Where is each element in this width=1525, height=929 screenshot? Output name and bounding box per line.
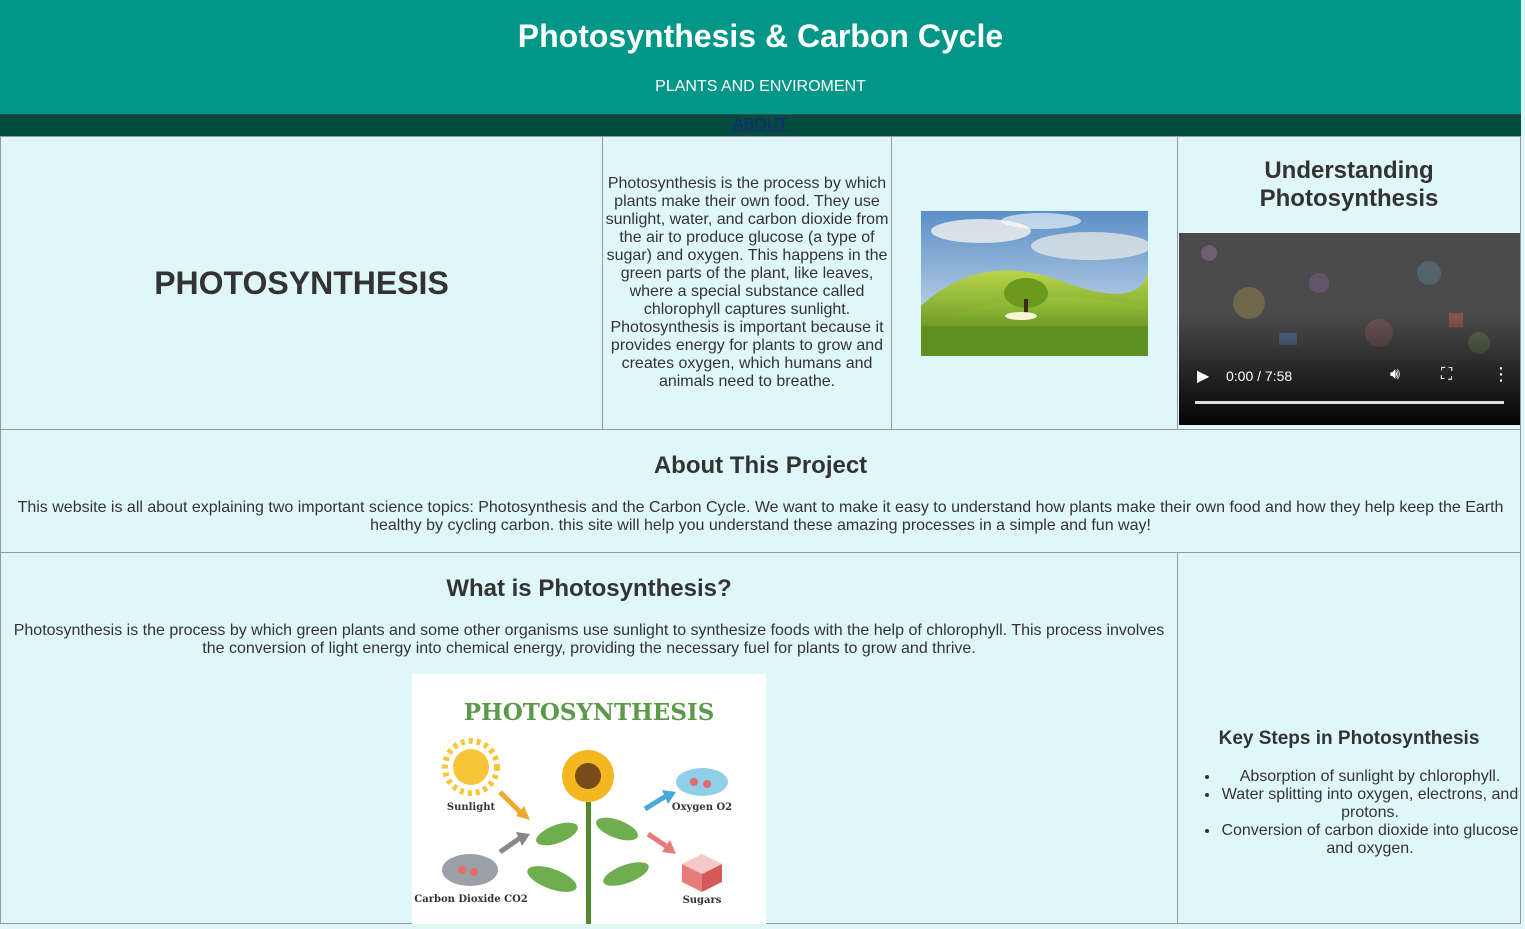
video-time: 0:00 / 7:58: [1226, 368, 1293, 384]
intro-title-cell: PHOTOSYNTHESIS: [0, 136, 603, 430]
diagram-label-sugars: Sugars: [683, 895, 722, 906]
site-header: Photosynthesis & Carbon Cycle PLANTS AND…: [0, 0, 1521, 114]
volume-icon[interactable]: 🔊︎: [1390, 366, 1400, 384]
fullscreen-icon[interactable]: ⛶: [1441, 366, 1452, 384]
key-steps-section: Key Steps in Photosynthesis Absorption o…: [1177, 552, 1521, 924]
video-heading: Understanding Photosynthesis: [1259, 157, 1439, 212]
list-item: Conversion of carbon dioxide into glucos…: [1220, 822, 1520, 858]
about-text: This website is all about explaining two…: [17, 499, 1504, 534]
leaf: [527, 866, 577, 892]
photosynthesis-diagram: PHOTOSYNTHESIS Sunlight Oxygen O2 Carbon…: [412, 674, 766, 924]
steps-list: Absorption of sunlight by chlorophyll. W…: [1178, 768, 1520, 858]
intro-text-cell: Photosynthesis is the process by which p…: [602, 136, 892, 430]
oxygen-cloud-icon: [676, 768, 728, 796]
site-title: Photosynthesis & Carbon Cycle: [517, 18, 1004, 54]
diagram-label-co2: Carbon Dioxide CO2: [414, 894, 528, 905]
video-cell: Understanding Photosynthesis ▶ 0:00 / 7:…: [1177, 136, 1521, 430]
sugar-cubes-icon: [682, 854, 722, 892]
leaf: [536, 822, 578, 846]
stem: [586, 802, 591, 924]
diagram-label-oxygen: Oxygen O2: [672, 802, 732, 813]
leaf: [596, 817, 638, 841]
diagram-title: PHOTOSYNTHESIS: [464, 699, 715, 726]
play-icon[interactable]: ▶: [1197, 366, 1209, 386]
about-section: About This Project This website is all a…: [0, 429, 1521, 553]
what-section: What is Photosynthesis? Photosynthesis i…: [0, 552, 1178, 924]
intro-heading: PHOTOSYNTHESIS: [154, 264, 449, 301]
intro-text: Photosynthesis is the process by which p…: [605, 175, 889, 390]
diagram-label-sunlight: Sunlight: [447, 802, 496, 813]
nav-about-link[interactable]: ABOUT: [733, 116, 788, 133]
landscape-image-cell: [891, 136, 1178, 430]
more-options-icon[interactable]: ⋮: [1492, 364, 1510, 385]
steps-heading: Key Steps in Photosynthesis: [1218, 728, 1480, 749]
co2-cloud-icon: [442, 854, 498, 886]
nav-bar: ABOUT: [0, 114, 1521, 137]
site-subtitle: PLANTS AND ENVIROMENT: [655, 78, 866, 95]
landscape-image: [921, 210, 1148, 356]
video-progress-bar[interactable]: [1195, 401, 1504, 404]
list-item: Water splitting into oxygen, electrons, …: [1220, 786, 1520, 822]
list-item: Absorption of sunlight by chlorophyll.: [1220, 768, 1520, 786]
about-heading: About This Project: [653, 452, 868, 479]
sunflower-icon: [562, 750, 614, 802]
sun-icon: [442, 738, 500, 796]
video-player[interactable]: ▶ 0:00 / 7:58 🔊︎ ⛶ ⋮: [1179, 233, 1520, 425]
what-heading: What is Photosynthesis?: [446, 575, 732, 602]
what-text: Photosynthesis is the process by which g…: [13, 622, 1165, 657]
leaf: [603, 862, 649, 886]
